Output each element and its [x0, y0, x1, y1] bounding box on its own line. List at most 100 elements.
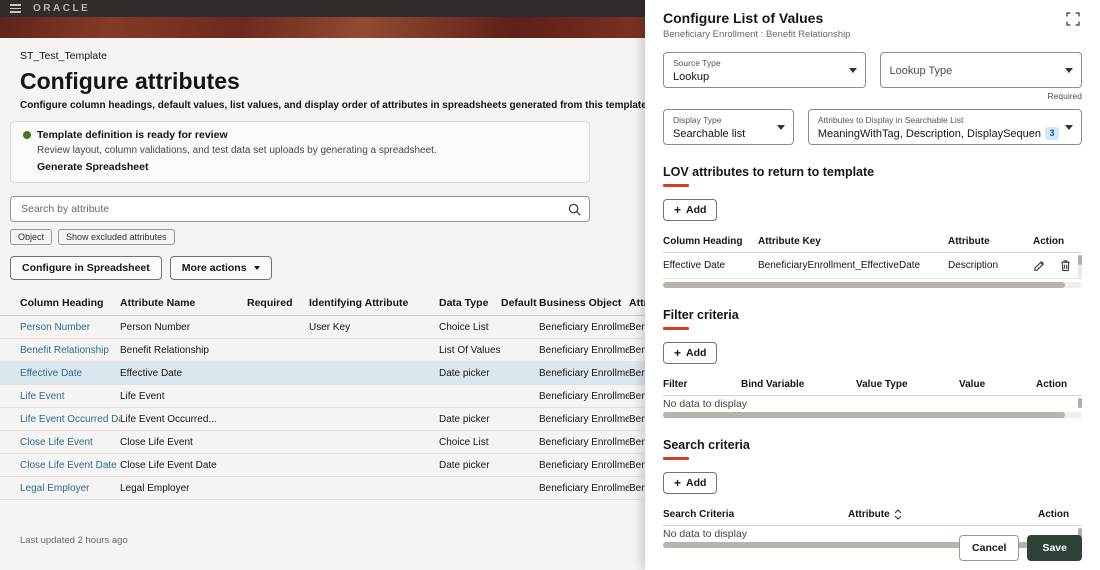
vertical-scrollbar[interactable]	[1078, 255, 1082, 278]
column-header-label: Attribute	[848, 509, 890, 520]
chevron-down-icon	[253, 266, 260, 270]
search-criteria-table: Search Criteria Attribute Action No data…	[663, 504, 1082, 539]
chevron-down-icon	[848, 68, 857, 73]
add-icon: +	[674, 203, 682, 217]
business-object-cell: Beneficiary Enrollment	[539, 482, 629, 494]
selected-count-badge: 3	[1045, 127, 1059, 140]
save-button[interactable]: Save	[1027, 535, 1082, 561]
column-header: Attribute Name	[120, 297, 196, 309]
filter-criteria-table: Filter Bind Variable Value Type Value Ac…	[663, 374, 1082, 409]
field-value: MeaningWithTag, Description, DisplaySequ…	[817, 127, 1041, 140]
table-row: Effective Date BeneficiaryEnrollment_Eff…	[663, 253, 1082, 279]
section-title: Search criteria	[663, 438, 750, 452]
expand-icon[interactable]	[1064, 10, 1082, 33]
hamburger-menu-icon[interactable]	[10, 4, 21, 13]
lov-attributes-section: LOV attributes to return to template + A…	[663, 165, 1082, 288]
attribute-link[interactable]: Person Number	[20, 322, 120, 333]
column-header: Required	[247, 297, 293, 309]
sort-icon	[894, 509, 902, 520]
last-updated-text: Last updated 2 hours ago	[20, 535, 128, 546]
panel-subtitle: Beneficiary Enrollment : Benefit Relatio…	[663, 29, 851, 40]
panel-title: Configure List of Values	[663, 10, 824, 26]
chevron-down-icon	[1065, 68, 1073, 73]
column-header: Column Heading	[20, 297, 104, 309]
field-label: Lookup Type	[889, 64, 953, 77]
filter-criteria-section: Filter criteria + Add Filter Bind Variab…	[663, 308, 1082, 418]
business-object-cell: Beneficiary Enrollment	[539, 321, 629, 333]
field-value: Searchable list	[673, 128, 746, 140]
add-label: Add	[686, 347, 707, 359]
data-type-cell: Date picker	[439, 459, 490, 471]
review-notice-banner: Template definition is ready for review …	[10, 121, 590, 183]
data-type-cell: List Of Values	[439, 344, 501, 356]
column-header: Filter	[663, 379, 688, 390]
oracle-logo: ORACLE	[33, 3, 91, 14]
attribute-name-cell: Person Number	[120, 321, 191, 333]
business-object-cell: Beneficiary Enrollment	[539, 459, 629, 471]
business-object-cell: Beneficiary Enrollment	[539, 436, 629, 448]
attribute-link[interactable]: Close Life Event	[20, 437, 120, 448]
search-input[interactable]	[21, 203, 561, 215]
field-label: Source Type	[673, 58, 721, 68]
column-header: Default	[501, 297, 537, 309]
generate-spreadsheet-link[interactable]: Generate Spreadsheet	[37, 161, 148, 173]
attribute-name-cell: Effective Date	[120, 367, 183, 379]
column-header: Column Heading	[663, 236, 743, 247]
configure-in-spreadsheet-button[interactable]: Configure in Spreadsheet	[10, 256, 162, 280]
attribute-name-cell: Close Life Event Date	[120, 459, 217, 471]
more-actions-label: More actions	[181, 262, 247, 274]
accent-bar	[663, 327, 689, 330]
lookup-type-select[interactable]: Lookup Type	[879, 52, 1082, 88]
edit-icon[interactable]	[1033, 259, 1046, 272]
source-type-select[interactable]: Source Type Lookup	[663, 52, 866, 88]
notice-body: Review layout, column validations, and t…	[37, 145, 437, 156]
section-title: LOV attributes to return to template	[663, 165, 875, 179]
display-type-select[interactable]: Display Type Searchable list	[663, 109, 794, 145]
lov-attributes-table: Column Heading Attribute Key Attribute A…	[663, 231, 1082, 279]
chevron-down-icon	[776, 125, 785, 130]
column-header: Attribute Key	[758, 236, 821, 247]
attribute-link[interactable]: Life Event Occurred Date	[20, 414, 120, 425]
column-heading-cell: Effective Date	[663, 260, 726, 271]
column-header: Search Criteria	[663, 509, 735, 520]
required-note: Required	[1047, 91, 1083, 101]
accent-bar	[663, 184, 689, 187]
display-attributes-select[interactable]: Attributes to Display in Searchable List…	[807, 109, 1082, 145]
delete-icon[interactable]	[1059, 259, 1072, 272]
add-search-criteria-button[interactable]: + Add	[663, 472, 718, 494]
search-box	[10, 196, 590, 222]
business-object-cell: Beneficiary Enrollment	[539, 390, 629, 402]
column-header: Action	[1033, 236, 1065, 247]
business-object-cell: Beneficiary Enrollment	[539, 344, 629, 356]
attribute-link[interactable]: Legal Employer	[20, 483, 120, 494]
attribute-link[interactable]: Life Event	[20, 391, 120, 402]
attribute-link[interactable]: Effective Date	[20, 368, 120, 379]
column-header: Value	[959, 379, 986, 390]
add-lov-attribute-button[interactable]: + Add	[663, 199, 718, 221]
status-dot-icon	[23, 131, 31, 139]
object-filter-chip[interactable]: Object	[10, 229, 53, 245]
vertical-scrollbar[interactable]	[1078, 398, 1082, 408]
search-icon[interactable]	[568, 203, 581, 221]
attribute-cell: Description	[948, 260, 999, 271]
attribute-name-cell: Legal Employer	[120, 482, 190, 494]
attribute-link[interactable]: Close Life Event Date	[20, 460, 120, 471]
column-header: Attribute	[948, 236, 990, 247]
more-actions-button[interactable]: More actions	[169, 256, 272, 280]
cancel-button[interactable]: Cancel	[959, 535, 1020, 561]
attribute-name-cell: Life Event	[120, 390, 165, 402]
add-icon: +	[674, 476, 682, 490]
attribute-name-cell: Close Life Event	[120, 436, 193, 448]
column-header: Identifying Attribute	[309, 297, 409, 309]
column-header-attribute-sort[interactable]: Attribute	[848, 509, 1038, 520]
add-label: Add	[686, 477, 707, 489]
add-icon: +	[674, 346, 682, 360]
attribute-link[interactable]: Benefit Relationship	[20, 345, 120, 356]
column-header: Bind Variable	[741, 379, 805, 390]
horizontal-scrollbar[interactable]	[663, 412, 1082, 418]
add-filter-button[interactable]: + Add	[663, 342, 718, 364]
show-excluded-chip[interactable]: Show excluded attributes	[58, 229, 175, 245]
horizontal-scrollbar[interactable]	[663, 282, 1082, 288]
attribute-name-cell: Life Event Occurred...	[120, 413, 217, 425]
business-object-cell: Beneficiary Enrollment	[539, 367, 629, 379]
